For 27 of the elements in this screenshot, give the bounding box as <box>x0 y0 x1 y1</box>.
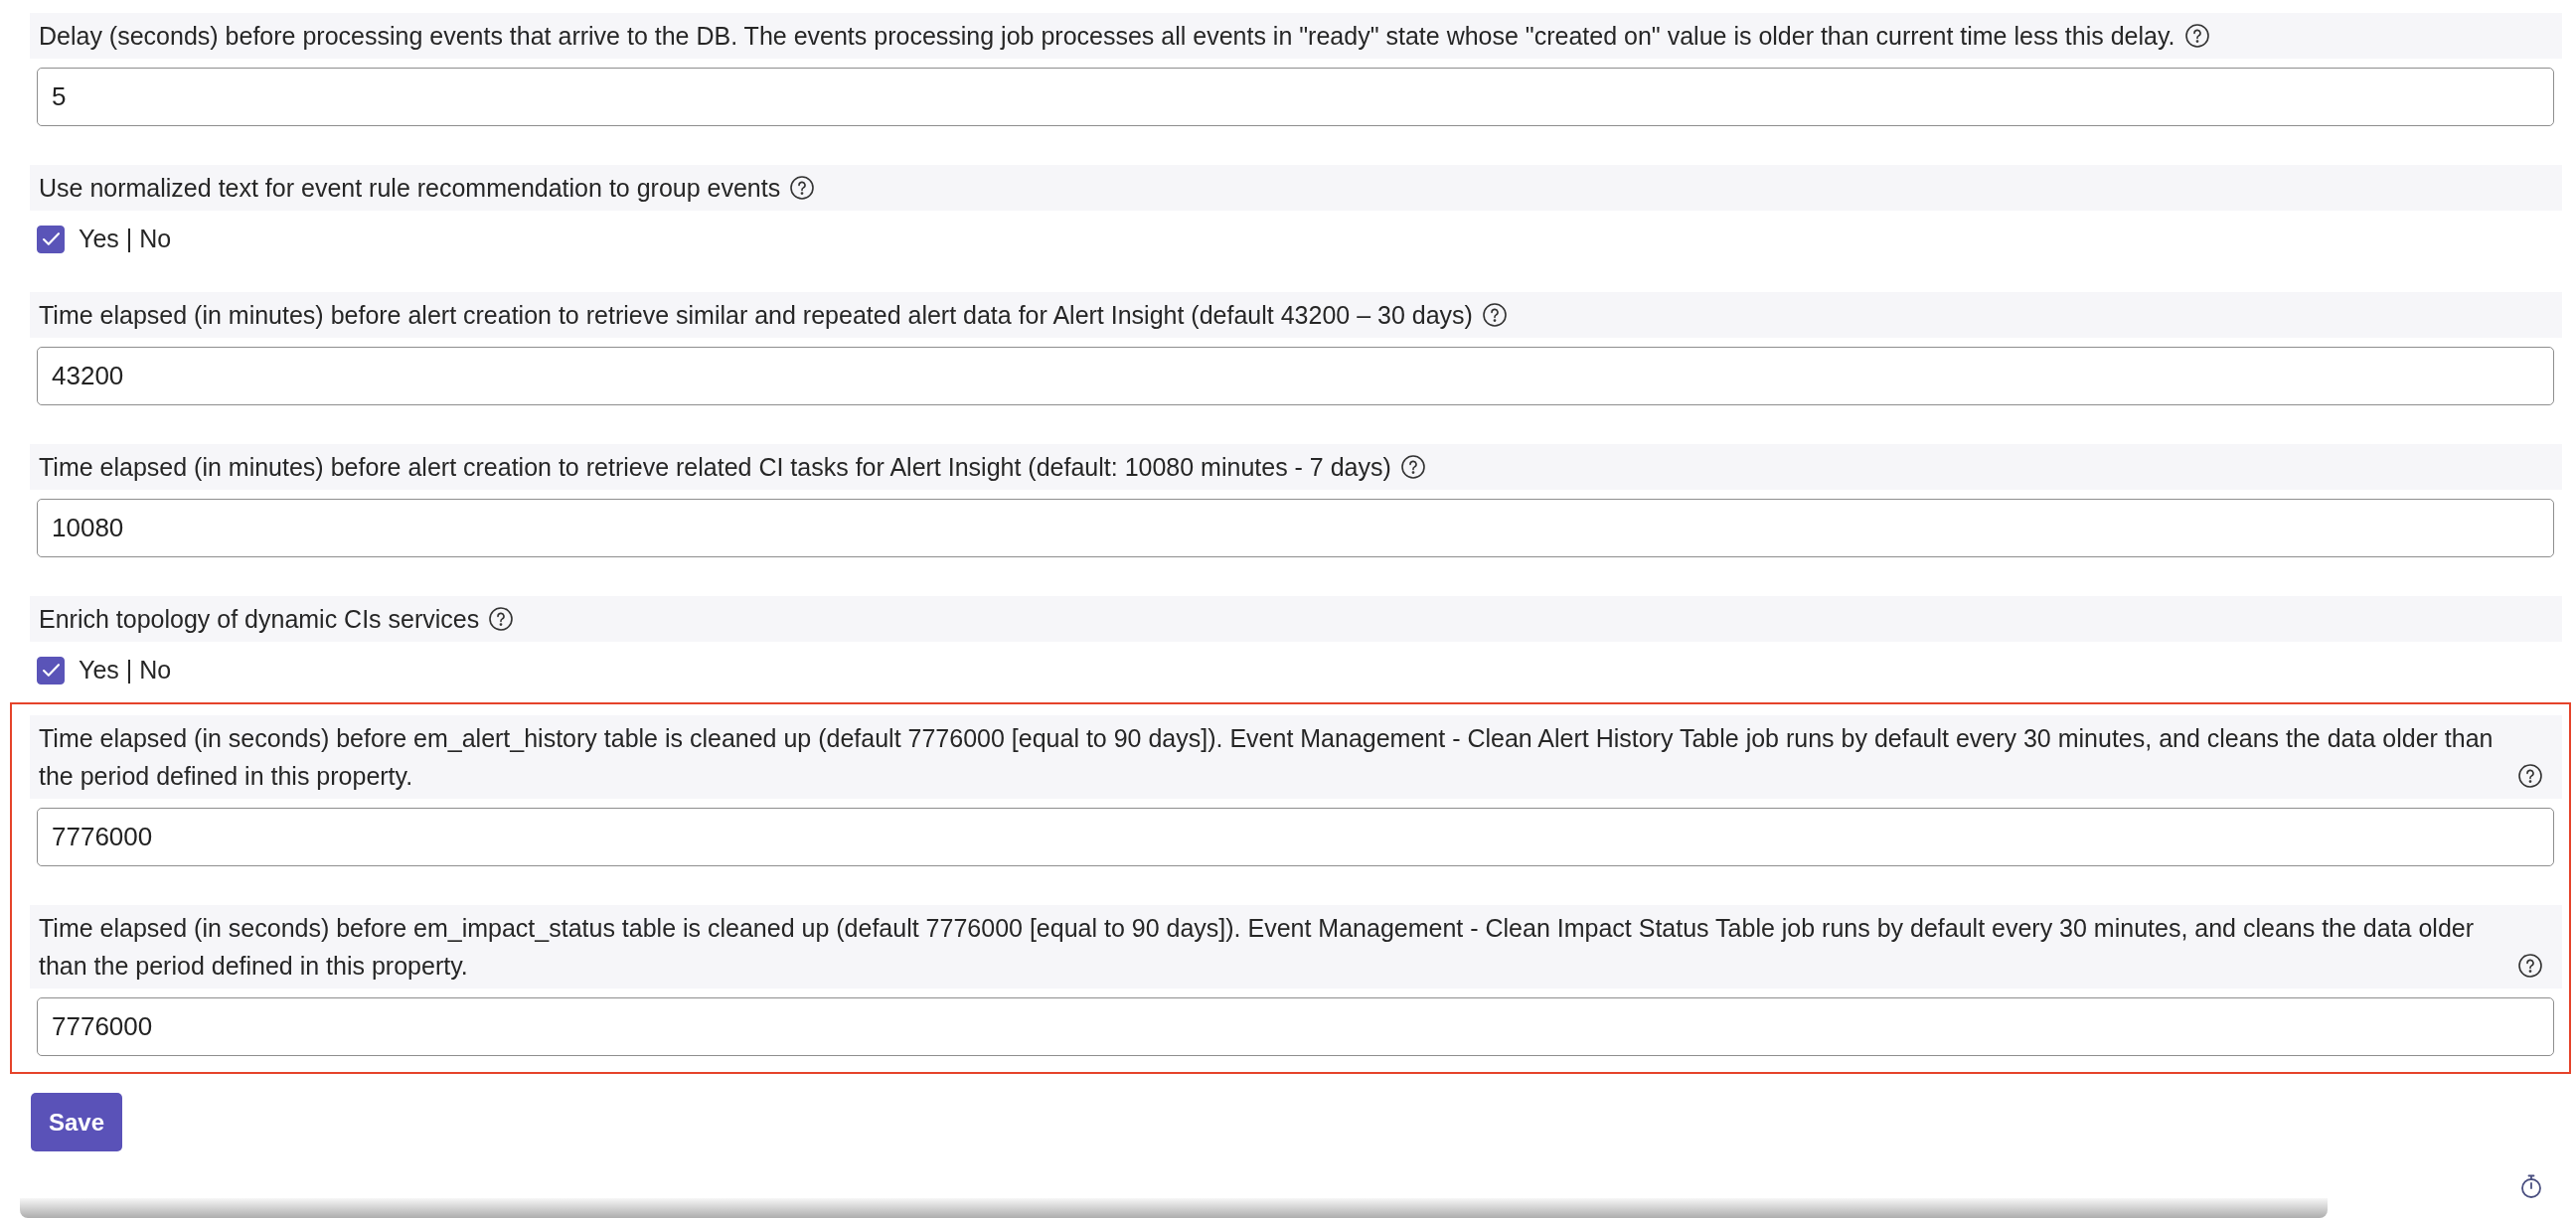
help-icon[interactable] <box>1400 455 1425 479</box>
field-label: Time elapsed (in seconds) before em_impact_status table is cleaned up (default 7776000 [equal to 90 days]). Event Management - Clean Impact Status Table job runs by default every 30 minutes, and cleans the data older than the period defined in this property. <box>39 913 2476 982</box>
field-label: Enrich topology of dynamic CIs services <box>39 604 480 635</box>
checkmark-icon <box>42 664 60 677</box>
help-icon[interactable] <box>1482 303 1507 327</box>
input-field[interactable]: 7776000 <box>37 997 2554 1056</box>
stopwatch-icon[interactable] <box>2519 1174 2543 1198</box>
field-label: Delay (seconds) before processing events that arrive to the DB. The events processing job processes all events in "ready" state whose "created on" value is older than current time less this delay. <box>39 21 2175 52</box>
input-field[interactable]: 7776000 <box>37 808 2554 866</box>
save-button[interactable]: Save <box>31 1093 122 1151</box>
help-icon[interactable] <box>2184 24 2209 48</box>
checkmark-icon <box>42 232 60 245</box>
field-label: Time elapsed (in minutes) before alert creation to retrieve similar and repeated alert data for Alert Insight (default 43200 – 30 days) <box>39 300 1473 331</box>
help-icon[interactable] <box>2518 954 2542 978</box>
help-icon[interactable] <box>489 607 514 631</box>
input-field[interactable]: 5 <box>37 68 2554 126</box>
input-field[interactable]: 10080 <box>37 499 2554 557</box>
checkbox-label[interactable]: Yes | No <box>79 656 172 685</box>
help-icon[interactable] <box>2518 764 2542 788</box>
checkbox[interactable] <box>37 225 65 253</box>
input-field[interactable]: 43200 <box>37 347 2554 405</box>
help-icon[interactable] <box>790 176 815 200</box>
field-label: Time elapsed (in seconds) before em_alert_history table is cleaned up (default 7776000 [equal to 90 days]). Event Management - Clean Alert History Table job runs by default every 30 minutes, and cleans the data older than the period defined in this property. <box>39 723 2495 792</box>
checkbox-label[interactable]: Yes | No <box>79 225 172 253</box>
field-label: Use normalized text for event rule recommendation to group events <box>39 173 781 204</box>
field-label: Time elapsed (in minutes) before alert creation to retrieve related CI tasks for Alert Insight (default: 10080 minutes - 7 days) <box>39 452 1391 483</box>
checkbox[interactable] <box>37 656 65 685</box>
